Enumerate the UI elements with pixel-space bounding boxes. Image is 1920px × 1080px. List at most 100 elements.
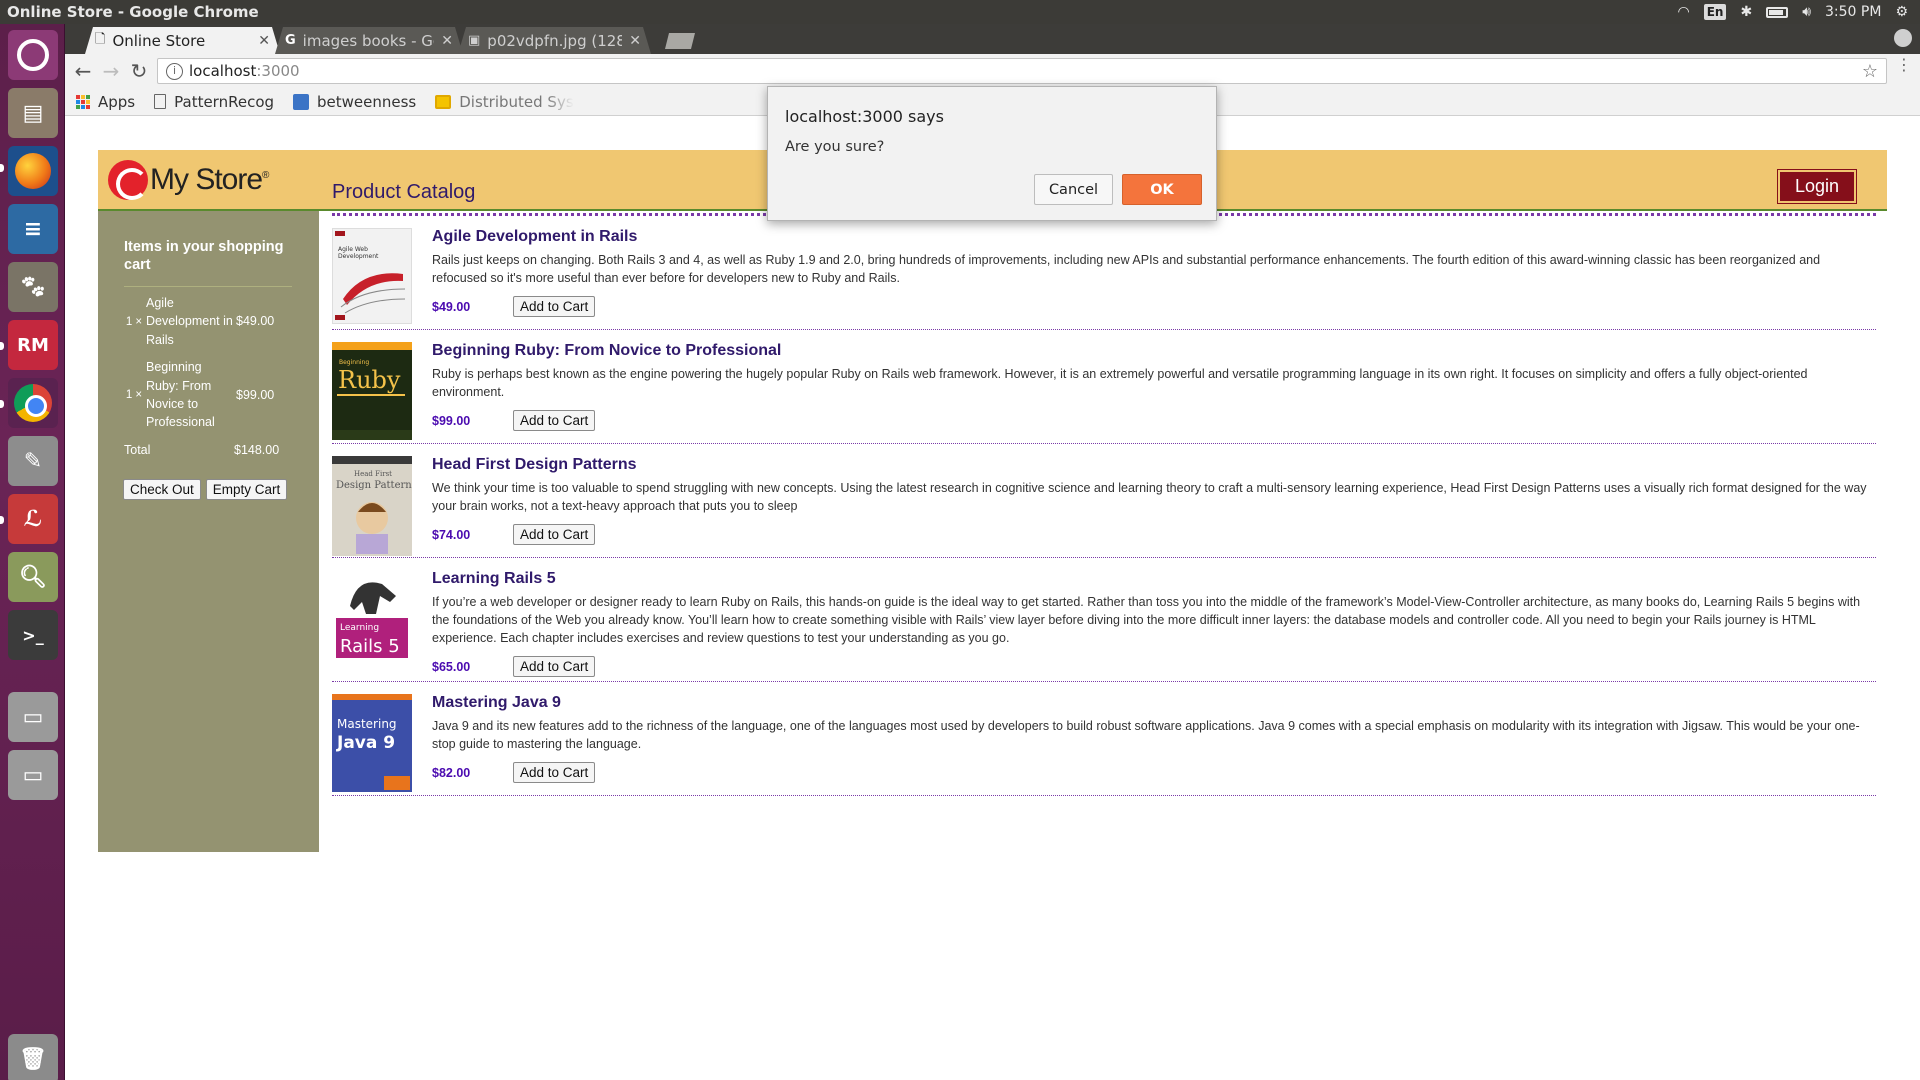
ubuntu-launcher: ▤ ≡ 🐾︎ RM ✎ ℒ 🔍︎ >_ ▭ ▭ 🗑︎ bbox=[0, 24, 65, 1080]
product-info: Beginning Ruby: From Novice to Professio… bbox=[432, 340, 1872, 431]
text-editor-icon[interactable]: ✎ bbox=[8, 436, 58, 486]
bookmark-star-icon[interactable]: ☆ bbox=[1862, 61, 1878, 82]
product-entry: Agile Web Development Agile Development … bbox=[332, 216, 1876, 330]
add-to-cart-button[interactable]: Add to Cart bbox=[513, 656, 596, 677]
firefox-icon[interactable] bbox=[8, 146, 58, 196]
add-to-cart-button[interactable]: Add to Cart bbox=[513, 762, 596, 783]
slides-icon bbox=[435, 94, 452, 109]
cart-item-price: $99.00 bbox=[236, 387, 275, 402]
add-to-cart-button[interactable]: Add to Cart bbox=[513, 524, 596, 545]
product-title[interactable]: Learning Rails 5 bbox=[432, 568, 1872, 590]
product-info: Agile Development in Rails Rails just ke… bbox=[432, 226, 1872, 317]
dialog-title: localhost:3000 says bbox=[785, 107, 944, 126]
cart-item-name: Agile Development in Rails bbox=[146, 296, 233, 347]
product-description: Ruby is perhaps best known as the engine… bbox=[432, 367, 1808, 399]
trash-icon[interactable]: 🗑︎ bbox=[8, 1034, 58, 1080]
libreoffice-writer-icon[interactable]: ≡ bbox=[8, 204, 58, 254]
svg-text:Beginning: Beginning bbox=[339, 359, 369, 366]
product-price: $49.00 bbox=[432, 299, 471, 314]
cart-item-qty: 1 × bbox=[125, 315, 143, 328]
new-tab-button[interactable] bbox=[665, 33, 695, 49]
add-to-cart-button[interactable]: Add to Cart bbox=[513, 296, 596, 317]
volume-icon[interactable]: 🔊︎ bbox=[1802, 4, 1811, 20]
product-info: Head First Design Patterns We think your… bbox=[432, 454, 1872, 545]
bluetooth-icon[interactable]: ✱ bbox=[1740, 4, 1752, 20]
product-footer: $65.00 Add to Cart bbox=[432, 656, 596, 677]
bookmark-patternrecog[interactable]: PatternRecog bbox=[154, 93, 274, 111]
tab-label: images books - Goo bbox=[302, 31, 433, 50]
chrome-menu-icon[interactable]: ⋮ bbox=[1896, 57, 1912, 73]
product-description: Rails just keeps on changing. Both Rails… bbox=[432, 253, 1821, 285]
ubuntu-dash-icon[interactable] bbox=[8, 30, 58, 80]
close-tab-icon[interactable]: ✕ bbox=[441, 33, 453, 49]
address-bar[interactable]: i localhost :3000 ☆ bbox=[157, 58, 1887, 84]
cart-sidebar: Items in your shopping cart 1 × Agile De… bbox=[98, 211, 319, 852]
product-entry: Mastering Java 9 Mastering Java 9 Java 9… bbox=[332, 682, 1876, 796]
gimp-icon[interactable]: 🐾︎ bbox=[8, 262, 58, 312]
system-tray: ◠ En ✱ 🔊︎ 3:50 PM ⚙ bbox=[1677, 4, 1920, 20]
close-tab-icon[interactable]: ✕ bbox=[629, 33, 641, 49]
running-indicator bbox=[0, 516, 4, 524]
keyboard-language-indicator[interactable]: En bbox=[1703, 4, 1727, 20]
tab-label: p02vdpfn.jpg (1280 bbox=[487, 31, 623, 50]
globe-icon bbox=[293, 93, 310, 110]
url-host: localhost bbox=[189, 62, 257, 80]
tab-label: Online Store bbox=[112, 31, 206, 50]
logo-mark-icon bbox=[108, 160, 148, 200]
ok-button[interactable]: OK bbox=[1122, 174, 1202, 205]
add-to-cart-button[interactable]: Add to Cart bbox=[513, 410, 596, 431]
svg-text:Development: Development bbox=[338, 253, 379, 260]
pdf-reader-icon[interactable]: ℒ bbox=[8, 494, 58, 544]
bookmark-betweenness[interactable]: betweenness bbox=[293, 93, 416, 111]
apps-icon bbox=[76, 94, 90, 109]
wifi-icon[interactable]: ◠ bbox=[1677, 4, 1689, 20]
settings-gear-icon[interactable]: ⚙ bbox=[1895, 4, 1908, 20]
tab-image-file[interactable]: ▣ p02vdpfn.jpg (1280 ✕ bbox=[458, 27, 651, 54]
confirm-dialog: localhost:3000 says Are you sure? Cancel… bbox=[767, 86, 1217, 221]
svg-text:Ruby: Ruby bbox=[338, 366, 401, 394]
tab-online-store[interactable]: 🗋︎ Online Store ✕ bbox=[85, 27, 280, 54]
back-arrow-icon[interactable]: ← bbox=[69, 59, 97, 83]
drive-icon[interactable]: ▭ bbox=[8, 692, 58, 742]
tab-images-books[interactable]: G images books - Goo ✕ bbox=[275, 27, 463, 54]
clock[interactable]: 3:50 PM bbox=[1825, 4, 1881, 20]
site-info-icon[interactable]: i bbox=[166, 62, 183, 80]
terminal-icon[interactable]: >_ bbox=[8, 610, 58, 660]
product-title[interactable]: Agile Development in Rails bbox=[432, 226, 1872, 248]
product-title[interactable]: Mastering Java 9 bbox=[432, 692, 1872, 714]
profile-icon[interactable] bbox=[1894, 29, 1912, 47]
empty-cart-button[interactable]: Empty Cart bbox=[205, 479, 288, 500]
svg-text:Rails 5: Rails 5 bbox=[340, 636, 400, 657]
running-indicator bbox=[0, 342, 4, 350]
cart-title: Items in your shopping cart bbox=[124, 239, 284, 273]
web-page: My Store® Login Items in your shopping c… bbox=[65, 116, 1920, 1080]
product-description: Java 9 and its new features add to the r… bbox=[432, 719, 1860, 751]
chrome-icon[interactable] bbox=[8, 378, 58, 428]
cart-item-qty: 1 × bbox=[125, 389, 143, 402]
bookmark-apps[interactable]: Apps bbox=[76, 93, 135, 111]
google-icon: G bbox=[285, 33, 296, 48]
bookmark-distributed-sys[interactable]: Distributed Sys bbox=[435, 93, 574, 111]
divider bbox=[124, 286, 292, 287]
image-icon: ▣ bbox=[468, 33, 481, 48]
drive-icon[interactable]: ▭ bbox=[8, 750, 58, 800]
store-logo[interactable]: My Store® bbox=[108, 160, 269, 200]
product-description: We think your time is too valuable to sp… bbox=[432, 481, 1867, 513]
image-viewer-icon[interactable]: 🔍︎ bbox=[8, 552, 58, 602]
close-tab-icon[interactable]: ✕ bbox=[258, 33, 270, 49]
page-icon: 🗋︎ bbox=[95, 31, 106, 47]
rubymine-icon[interactable]: RM bbox=[8, 320, 58, 370]
checkout-button[interactable]: Check Out bbox=[123, 479, 201, 500]
cart-actions: Check Out Empty Cart bbox=[123, 479, 288, 500]
svg-text:Agile Web: Agile Web bbox=[338, 246, 368, 253]
product-title[interactable]: Head First Design Patterns bbox=[432, 454, 1872, 476]
files-icon[interactable]: ▤ bbox=[8, 88, 58, 138]
product-title[interactable]: Beginning Ruby: From Novice to Professio… bbox=[432, 340, 1872, 362]
battery-icon[interactable] bbox=[1766, 6, 1789, 18]
cart-item-price: $49.00 bbox=[236, 314, 275, 329]
reload-icon[interactable]: ↻ bbox=[125, 59, 153, 83]
product-description: If you’re a web developer or designer re… bbox=[432, 595, 1861, 645]
cancel-button[interactable]: Cancel bbox=[1034, 174, 1113, 205]
product-price: $74.00 bbox=[432, 527, 471, 542]
forward-arrow-icon[interactable]: → bbox=[97, 59, 125, 83]
